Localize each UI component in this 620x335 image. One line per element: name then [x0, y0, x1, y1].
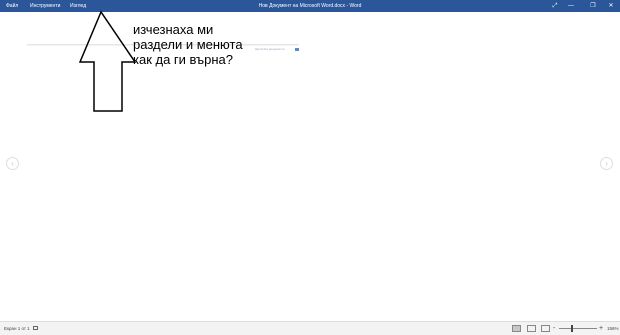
zoom-in-button[interactable]: + [599, 322, 603, 335]
status-bar: Екран 1 от 1 - + 156% [0, 321, 620, 335]
zoom-slider-thumb[interactable] [571, 325, 573, 332]
page-count: Екран 1 от 1 [4, 326, 30, 331]
up-arrow-icon [78, 10, 137, 112]
next-page-button[interactable]: › [600, 157, 613, 170]
print-layout-button[interactable] [527, 325, 536, 332]
zoom-slider[interactable] [559, 328, 597, 329]
previous-page-button[interactable]: ‹ [6, 157, 19, 170]
zoom-level[interactable]: 156% [607, 322, 619, 335]
web-layout-button[interactable] [541, 325, 550, 332]
read-mode-button[interactable] [512, 325, 521, 332]
zoom-out-button[interactable]: - [553, 322, 555, 335]
annotation-text: изчезнаха ми раздели и менюта как да ги … [133, 22, 243, 67]
annotation-arrow [78, 10, 137, 112]
proofing-icon[interactable] [33, 326, 38, 330]
